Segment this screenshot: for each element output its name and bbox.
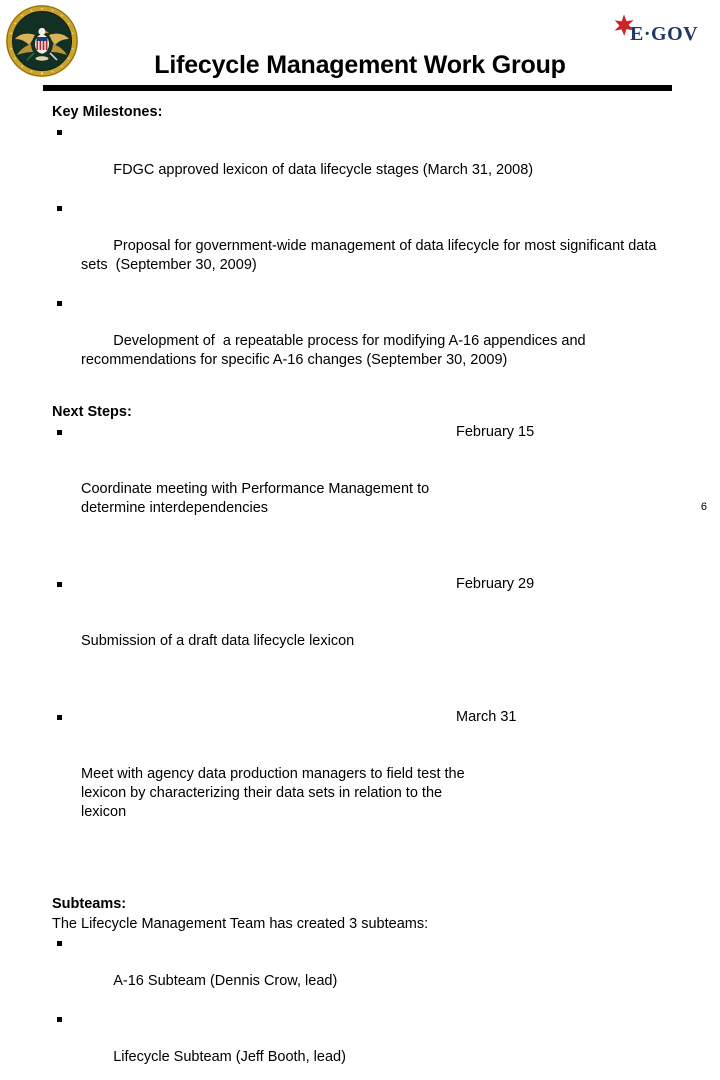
page-number: 6	[700, 501, 707, 513]
square-bullet-icon	[57, 941, 62, 946]
list-item-text: FDGC approved lexicon of data lifecycle …	[113, 162, 534, 178]
square-bullet-icon	[57, 301, 62, 306]
list-item: Development of a repeatable process for …	[52, 294, 672, 389]
list-item-date: February 15	[456, 424, 535, 440]
list-item: Meet with agency data production manager…	[52, 708, 672, 879]
list-item-text: Lifecycle Subteam (Jeff Booth, lead)	[113, 1049, 346, 1065]
list-item-date: February 29	[456, 576, 535, 592]
section-key-milestones: Key Milestones: FDGC approved lexicon of…	[52, 103, 672, 389]
section-next-steps: Next Steps: Coordinate meeting with Perf…	[52, 403, 672, 879]
title-divider	[43, 85, 672, 91]
list-item-text: Proposal for government-wide management …	[81, 238, 661, 273]
section-subteams: Subteams: The Lifecycle Management Team …	[52, 895, 672, 1080]
page-title: Lifecycle Management Work Group	[154, 51, 566, 79]
list-item-text: Submission of a draft data lifecycle lex…	[81, 633, 355, 649]
next-steps-list: Coordinate meeting with Performance Mana…	[52, 423, 672, 879]
square-bullet-icon	[57, 715, 62, 720]
key-milestones-heading: Key Milestones:	[52, 104, 163, 120]
subteams-note: The Lifecycle Management Team has create…	[52, 916, 429, 932]
subteams-heading: Subteams:	[52, 896, 127, 912]
list-item: FDGC approved lexicon of data lifecycle …	[52, 123, 672, 199]
list-item: Lifecycle Subteam (Jeff Booth, lead)	[52, 1010, 672, 1080]
list-item-text: Development of a repeatable process for …	[81, 333, 590, 368]
list-item-text: A-16 Subteam (Dennis Crow, lead)	[113, 973, 338, 989]
slide-canvas: { "header": { "title": "Lifecycle Manage…	[0, 0, 720, 1065]
svg-text:E·GOV: E·GOV	[630, 23, 698, 45]
list-item: Coordinate meeting with Performance Mana…	[52, 423, 672, 575]
list-item: Submission of a draft data lifecycle lex…	[52, 575, 672, 708]
list-item-text: Coordinate meeting with Performance Mana…	[81, 481, 434, 516]
slide-body: Key Milestones: FDGC approved lexicon of…	[52, 103, 672, 1080]
next-steps-heading: Next Steps:	[52, 404, 132, 420]
square-bullet-icon	[57, 1017, 62, 1022]
subteams-list: A-16 Subteam (Dennis Crow, lead) Lifecyc…	[52, 934, 672, 1080]
square-bullet-icon	[57, 130, 62, 135]
key-milestones-list: FDGC approved lexicon of data lifecycle …	[52, 123, 672, 389]
list-item-text: Meet with agency data production manager…	[81, 766, 469, 820]
list-item-date: March 31	[456, 709, 517, 725]
square-bullet-icon	[57, 206, 62, 211]
list-item: A-16 Subteam (Dennis Crow, lead)	[52, 934, 672, 1010]
square-bullet-icon	[57, 430, 62, 435]
egov-logo: E·GOV	[608, 12, 712, 48]
list-item: Proposal for government-wide management …	[52, 199, 672, 294]
square-bullet-icon	[57, 582, 62, 587]
